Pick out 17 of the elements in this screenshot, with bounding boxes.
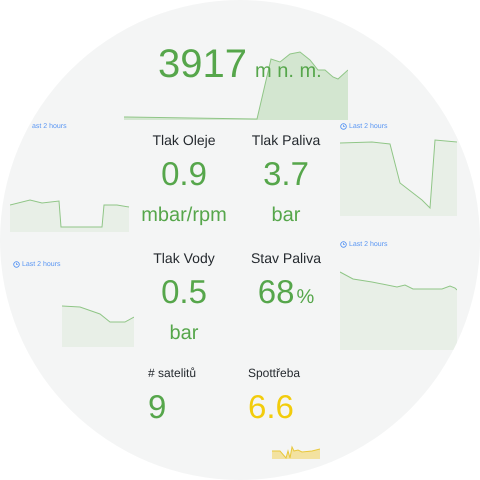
stat-value: 3917: [158, 44, 247, 84]
stat-unit: bar: [170, 321, 198, 346]
stat-value: 6.6: [248, 387, 294, 427]
stat-unit: mbar/rpm: [141, 203, 227, 228]
stat-value: 0.9: [161, 154, 207, 194]
stat-value: 9: [148, 387, 166, 427]
stat-value: 3.7: [263, 154, 309, 194]
stat-value: 0.5: [161, 272, 207, 312]
stat-title: Tlak Paliva: [252, 131, 320, 150]
stat-value: 68: [258, 272, 294, 312]
stat-unit: bar: [272, 203, 300, 228]
stat-unit: %: [296, 285, 314, 310]
stat-title: # satelitů: [148, 365, 196, 382]
stat-title: Tlak Vody: [153, 249, 215, 268]
stat-title: Tlak Oleje: [152, 131, 216, 150]
stat-title: Stav Paliva: [250, 249, 322, 268]
stat-title: Spottřeba: [248, 365, 300, 382]
